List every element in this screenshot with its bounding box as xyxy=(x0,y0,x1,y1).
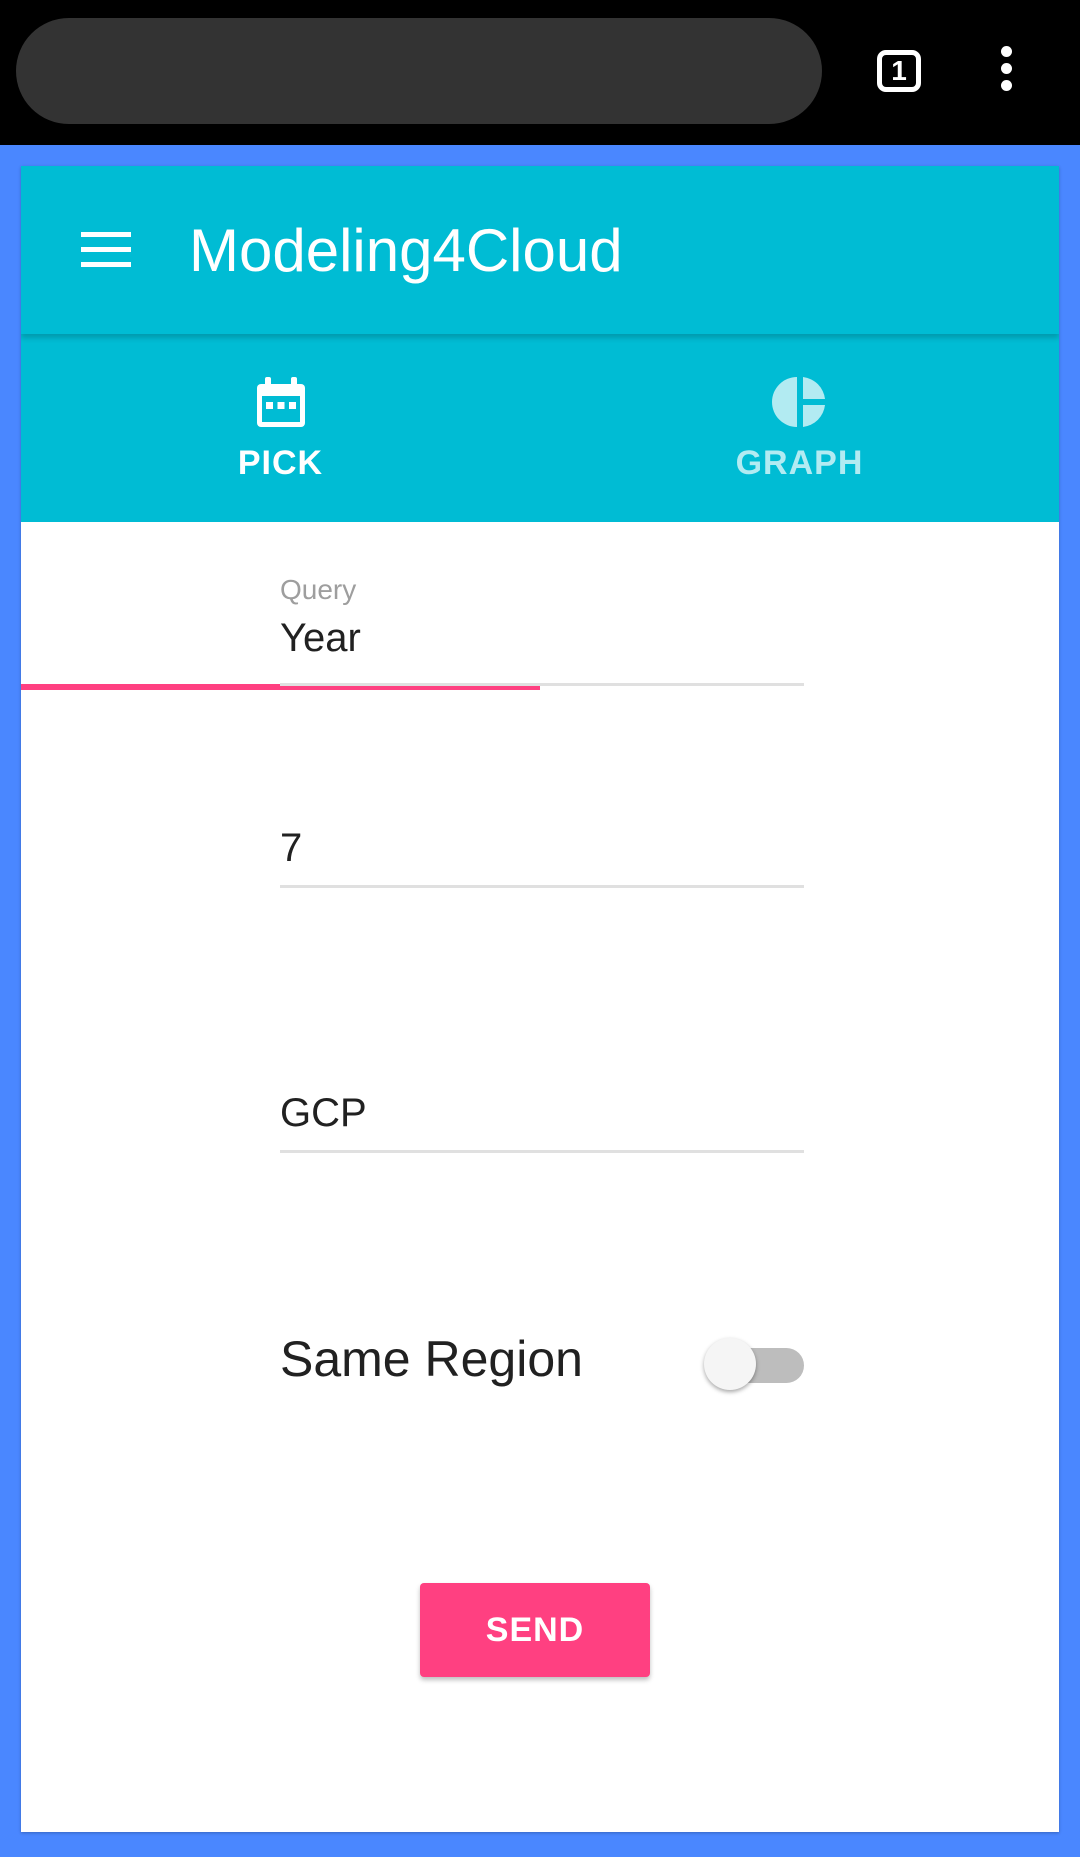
number-underline xyxy=(280,885,804,888)
same-region-row: Same Region xyxy=(280,1316,804,1396)
pie-chart-icon xyxy=(771,377,825,427)
tab-graph[interactable]: GRAPH xyxy=(540,334,1059,522)
provider-field[interactable]: GCP xyxy=(280,1091,804,1171)
send-button[interactable]: SEND xyxy=(420,1583,650,1677)
calendar-icon xyxy=(256,377,305,427)
tab-bar: PICK GRAPH xyxy=(21,334,1059,690)
app-bar: Modeling4Cloud xyxy=(21,166,1059,334)
provider-underline xyxy=(280,1150,804,1153)
same-region-label: Same Region xyxy=(280,1331,583,1387)
number-value[interactable]: 7 xyxy=(280,826,302,871)
tab-pick[interactable]: PICK xyxy=(21,334,540,522)
query-underline xyxy=(280,683,804,686)
toggle-thumb[interactable] xyxy=(704,1338,756,1390)
tab-switcher-button[interactable]: 1 xyxy=(877,50,921,92)
address-bar[interactable] xyxy=(16,18,822,124)
tab-graph-label: GRAPH xyxy=(735,444,864,482)
hamburger-menu-icon[interactable] xyxy=(81,232,131,268)
query-label: Query xyxy=(280,574,357,605)
browser-toolbar: 1 xyxy=(0,0,1080,145)
more-vert-icon[interactable] xyxy=(990,46,1022,96)
same-region-toggle[interactable] xyxy=(704,1334,804,1390)
query-value[interactable]: Year xyxy=(280,616,361,661)
number-field[interactable]: 7 xyxy=(280,826,804,906)
query-field[interactable]: Query Year xyxy=(280,574,804,694)
app-title: Modeling4Cloud xyxy=(189,217,623,284)
tab-pick-label: PICK xyxy=(237,444,324,482)
app-card: Modeling4Cloud PICK GRAPH Query Year 7 G… xyxy=(21,166,1059,1832)
provider-value[interactable]: GCP xyxy=(280,1091,367,1136)
